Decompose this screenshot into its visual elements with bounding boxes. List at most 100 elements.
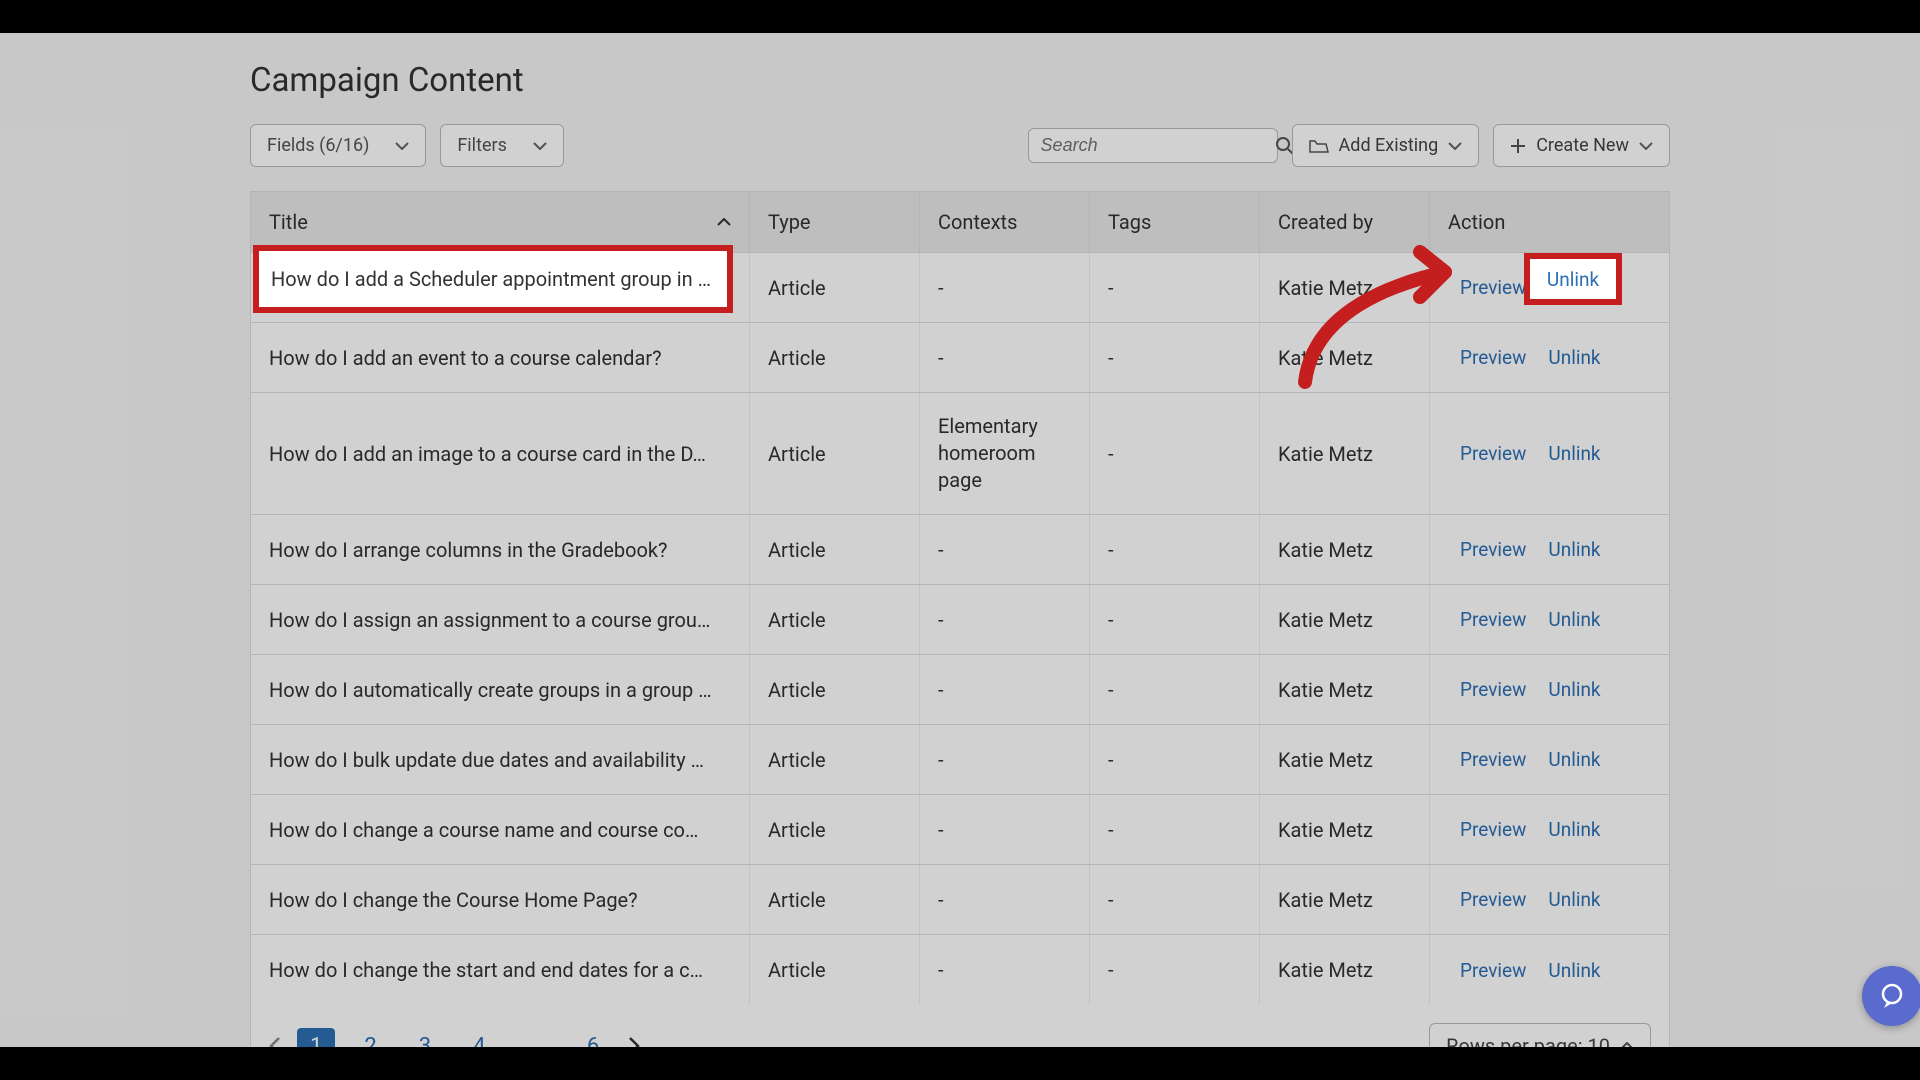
- sort-asc-icon: [717, 218, 731, 226]
- search-input[interactable]: [1041, 135, 1275, 156]
- fields-dropdown[interactable]: Fields (6/16): [250, 124, 426, 167]
- col-header-created-by[interactable]: Created by: [1259, 192, 1429, 252]
- table-row: How do I automatically create groups in …: [251, 655, 1669, 725]
- cell-created-by: Katie Metz: [1259, 865, 1429, 934]
- add-existing-button[interactable]: Add Existing: [1292, 124, 1480, 167]
- cell-tags: -: [1089, 865, 1259, 934]
- preview-link[interactable]: Preview: [1460, 959, 1526, 982]
- preview-link[interactable]: Preview: [1460, 538, 1526, 561]
- cell-action: Preview Unlink: [1429, 323, 1669, 392]
- cell-title[interactable]: How do I assign an assignment to a cours…: [251, 585, 749, 654]
- preview-link[interactable]: Preview: [1460, 748, 1526, 771]
- unlink-link[interactable]: Unlink: [1548, 538, 1600, 561]
- table-body: How do I add a Scheduler appointment gro…: [251, 253, 1669, 1005]
- cell-created-by: Katie Metz: [1259, 323, 1429, 392]
- preview-link[interactable]: Preview: [1460, 608, 1526, 631]
- cell-action: Preview Unlink: [1429, 515, 1669, 584]
- chevron-down-icon: [1639, 142, 1653, 150]
- cell-contexts: -: [919, 253, 1089, 322]
- table-row: How do I change the Course Home Page?Art…: [251, 865, 1669, 935]
- cell-type: Article: [749, 393, 919, 514]
- cell-action: Preview Unlink: [1429, 865, 1669, 934]
- cell-action: Preview Unlink: [1429, 393, 1669, 514]
- cell-title[interactable]: How do I add an image to a course card i…: [251, 393, 749, 514]
- chat-icon: [1878, 982, 1906, 1010]
- chevron-down-icon: [533, 142, 547, 150]
- cell-contexts: -: [919, 725, 1089, 794]
- cell-tags: -: [1089, 655, 1259, 724]
- cell-created-by: Katie Metz: [1259, 795, 1429, 864]
- cell-type: Article: [749, 253, 919, 322]
- cell-created-by: Katie Metz: [1259, 515, 1429, 584]
- unlink-link[interactable]: Unlink: [1548, 608, 1600, 631]
- plus-icon: [1510, 138, 1526, 154]
- cell-title[interactable]: How do I arrange columns in the Gradeboo…: [251, 515, 749, 584]
- cell-title[interactable]: How do I add an event to a course calend…: [251, 323, 749, 392]
- preview-link[interactable]: Preview: [1460, 442, 1526, 465]
- letterbox-top: [0, 0, 1920, 33]
- cell-created-by: Katie Metz: [1259, 935, 1429, 1005]
- cell-contexts: -: [919, 515, 1089, 584]
- content-table: Title Type Contexts Tags Created by Acti…: [250, 191, 1670, 1070]
- chevron-down-icon: [395, 142, 409, 150]
- col-header-title[interactable]: Title: [251, 192, 749, 252]
- cell-contexts: -: [919, 795, 1089, 864]
- cell-title[interactable]: How do I change a course name and course…: [251, 795, 749, 864]
- fields-label: Fields (6/16): [267, 135, 369, 156]
- preview-link[interactable]: Preview: [1460, 678, 1526, 701]
- cell-created-by: Katie Metz: [1259, 393, 1429, 514]
- cell-tags: -: [1089, 323, 1259, 392]
- col-header-tags[interactable]: Tags: [1089, 192, 1259, 252]
- table-header: Title Type Contexts Tags Created by Acti…: [251, 192, 1669, 253]
- cell-type: Article: [749, 585, 919, 654]
- cell-type: Article: [749, 323, 919, 392]
- table-row: How do I add an image to a course card i…: [251, 393, 1669, 515]
- cell-action: Preview Unlink: [1429, 795, 1669, 864]
- cell-created-by: Katie Metz: [1259, 725, 1429, 794]
- table-row: How do I assign an assignment to a cours…: [251, 585, 1669, 655]
- chevron-down-icon: [1448, 142, 1462, 150]
- unlink-link[interactable]: Unlink: [1548, 678, 1600, 701]
- unlink-link[interactable]: Unlink: [1548, 959, 1600, 982]
- col-header-contexts[interactable]: Contexts: [919, 192, 1089, 252]
- cell-tags: -: [1089, 795, 1259, 864]
- cell-title[interactable]: How do I bulk update due dates and avail…: [251, 725, 749, 794]
- toolbar: Fields (6/16) Filters Add Existing: [250, 124, 1670, 167]
- cell-type: Article: [749, 865, 919, 934]
- preview-link[interactable]: Preview: [1460, 346, 1526, 369]
- unlink-link[interactable]: Unlink: [1548, 346, 1600, 369]
- cell-tags: -: [1089, 253, 1259, 322]
- main-container: Campaign Content Fields (6/16) Filters: [0, 33, 1920, 1047]
- preview-link[interactable]: Preview: [1460, 818, 1526, 841]
- col-header-type[interactable]: Type: [749, 192, 919, 252]
- annotation-highlight-unlink: Unlink: [1524, 253, 1622, 305]
- create-new-button[interactable]: Create New: [1493, 124, 1670, 167]
- table-row: How do I bulk update due dates and avail…: [251, 725, 1669, 795]
- cell-title[interactable]: How do I automatically create groups in …: [251, 655, 749, 724]
- unlink-link[interactable]: Unlink: [1548, 888, 1600, 911]
- preview-link[interactable]: Preview: [1460, 276, 1526, 299]
- unlink-link[interactable]: Unlink: [1548, 442, 1600, 465]
- cell-action: Preview Unlink: [1429, 585, 1669, 654]
- cell-action: Preview Unlink: [1429, 655, 1669, 724]
- cell-created-by: Katie Metz: [1259, 585, 1429, 654]
- page-title: Campaign Content: [250, 61, 1670, 100]
- cell-type: Article: [749, 795, 919, 864]
- cell-title[interactable]: How do I change the start and end dates …: [251, 935, 749, 1005]
- filters-dropdown[interactable]: Filters: [440, 124, 564, 167]
- table-row: How do I change a course name and course…: [251, 795, 1669, 865]
- cell-contexts: -: [919, 865, 1089, 934]
- cell-title[interactable]: How do I change the Course Home Page?: [251, 865, 749, 934]
- cell-tags: -: [1089, 515, 1259, 584]
- cell-contexts: -: [919, 655, 1089, 724]
- cell-type: Article: [749, 935, 919, 1005]
- cell-type: Article: [749, 515, 919, 584]
- unlink-link[interactable]: Unlink: [1548, 748, 1600, 771]
- preview-link[interactable]: Preview: [1460, 888, 1526, 911]
- cell-tags: -: [1089, 935, 1259, 1005]
- unlink-link[interactable]: Unlink: [1548, 818, 1600, 841]
- filters-label: Filters: [457, 135, 507, 156]
- letterbox-bottom: [0, 1047, 1920, 1080]
- help-fab[interactable]: [1862, 966, 1920, 1026]
- search-box[interactable]: [1028, 128, 1278, 163]
